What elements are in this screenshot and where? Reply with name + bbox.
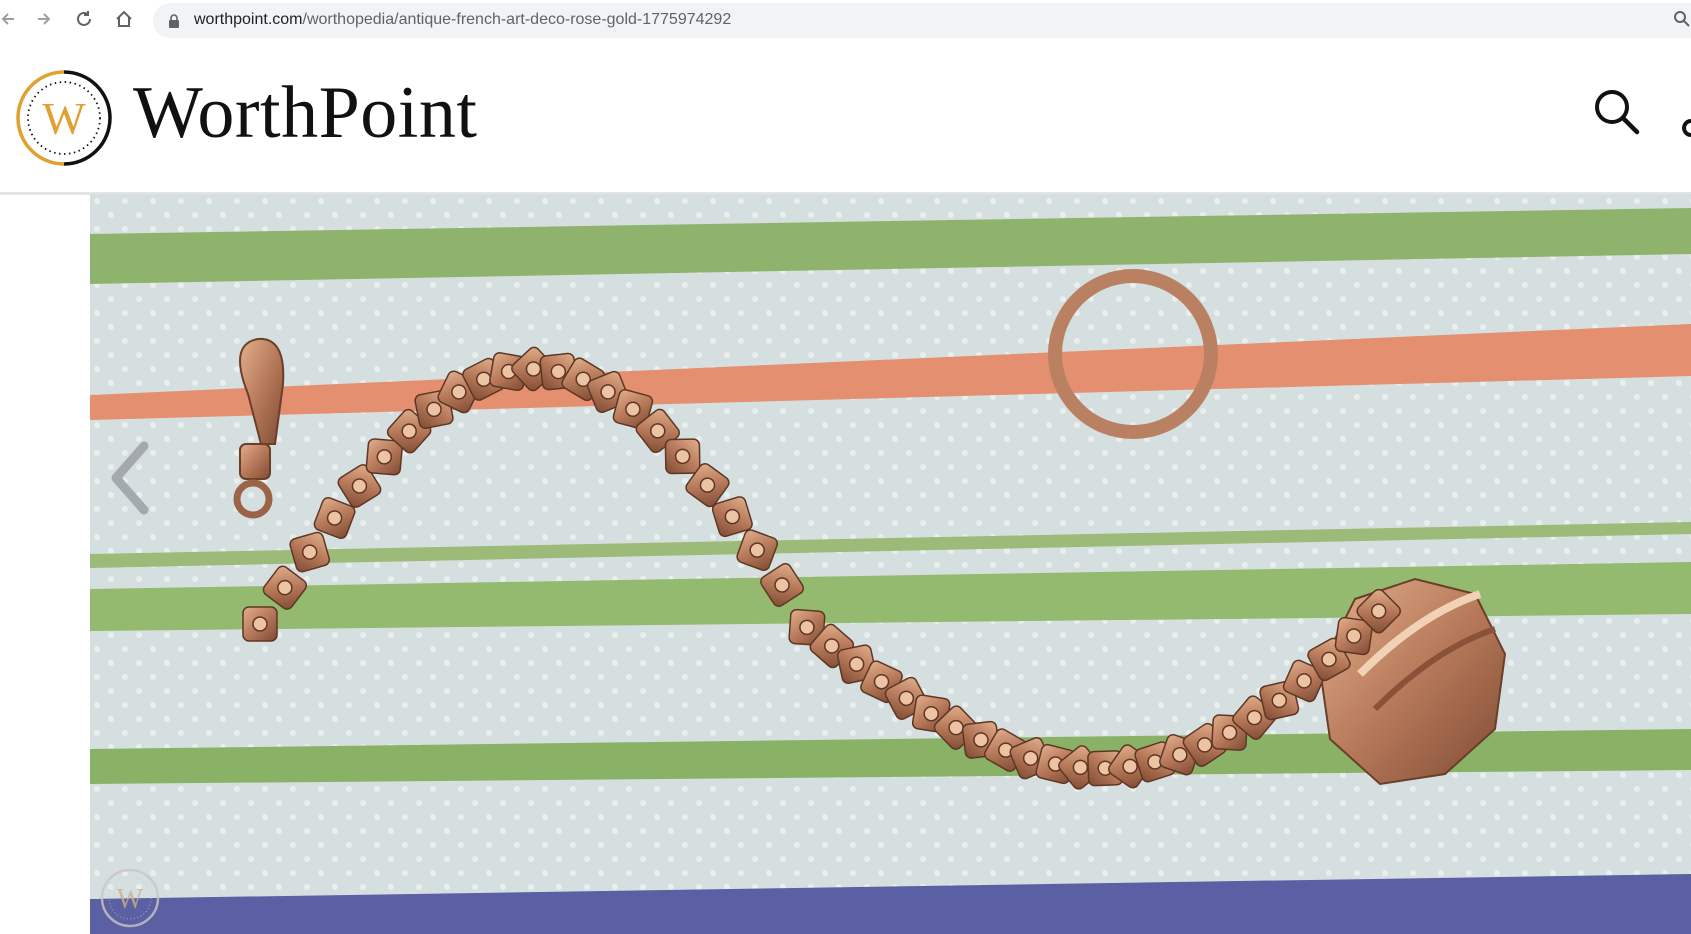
chain-highlight	[699, 477, 716, 493]
chain-highlight	[1022, 750, 1039, 766]
chain-highlight	[898, 690, 915, 707]
image-carousel: W	[0, 194, 1691, 934]
chain-highlight	[1271, 692, 1288, 709]
lock-icon[interactable]	[168, 14, 180, 28]
chain-highlight	[973, 732, 989, 748]
chain-highlight	[451, 384, 467, 400]
address-bar[interactable]: worthpoint.com/worthopedia/antique-frenc…	[153, 3, 1691, 38]
chain-highlight	[1246, 709, 1263, 726]
product-photo[interactable]	[90, 194, 1691, 934]
chain-highlight	[326, 510, 343, 526]
chain-highlight	[600, 384, 616, 400]
watermark-letter: W	[117, 884, 144, 915]
chain-highlight	[1196, 737, 1213, 753]
chain-highlight	[301, 544, 318, 560]
chain-highlight	[1072, 759, 1089, 776]
chain-highlight	[1221, 724, 1238, 741]
chain-highlight	[650, 423, 666, 439]
chain-highlight	[625, 401, 641, 418]
back-icon[interactable]	[0, 7, 20, 31]
site-name[interactable]: WorthPoint	[133, 71, 477, 156]
chain-highlight	[376, 449, 393, 465]
chain-highlight	[774, 577, 790, 593]
chain-highlight	[1122, 758, 1138, 775]
chain-highlight	[1172, 746, 1188, 763]
chevron-left-icon[interactable]	[104, 438, 154, 518]
chain-highlight	[277, 579, 293, 596]
chain-highlight	[475, 371, 492, 388]
search-icon[interactable]	[1591, 86, 1643, 138]
chain-highlight	[1346, 628, 1362, 644]
url-host: worthpoint.com	[194, 11, 303, 28]
watermark-logo-icon: W	[100, 868, 160, 928]
zoom-icon[interactable]	[1673, 10, 1691, 28]
forward-icon[interactable]	[32, 7, 56, 31]
chain-highlight	[351, 478, 368, 494]
chain-highlight	[873, 673, 890, 690]
url-text[interactable]: worthpoint.com/worthopedia/antique-frenc…	[194, 11, 731, 29]
chain-highlight	[848, 656, 865, 672]
chain-highlight	[252, 616, 268, 632]
chain-highlight	[426, 401, 442, 418]
chain-highlight	[525, 361, 542, 377]
logo-letter: W	[42, 93, 86, 144]
chain-highlight	[948, 719, 964, 736]
url-path: /worthopedia/antique-french-art-deco-ros…	[302, 11, 732, 28]
user-icon[interactable]	[1681, 101, 1691, 151]
chain-highlight	[724, 508, 741, 525]
chain-highlight	[824, 638, 840, 654]
chain-highlight	[1370, 603, 1387, 619]
chain-highlight	[550, 363, 567, 380]
chain-highlight	[749, 542, 765, 558]
worthpoint-logo-icon[interactable]: W	[14, 68, 114, 168]
chain-highlight	[799, 619, 815, 636]
reload-icon[interactable]	[72, 7, 96, 31]
chain-highlight	[1296, 673, 1312, 689]
site-header: W WorthPoint	[0, 41, 1691, 195]
chain-highlight	[923, 705, 939, 722]
browser-toolbar: worthpoint.com/worthopedia/antique-frenc…	[0, 0, 1691, 42]
chain-highlight	[1321, 651, 1337, 668]
home-icon[interactable]	[112, 7, 136, 31]
chain-highlight	[401, 423, 417, 439]
chain-highlight	[674, 448, 691, 465]
